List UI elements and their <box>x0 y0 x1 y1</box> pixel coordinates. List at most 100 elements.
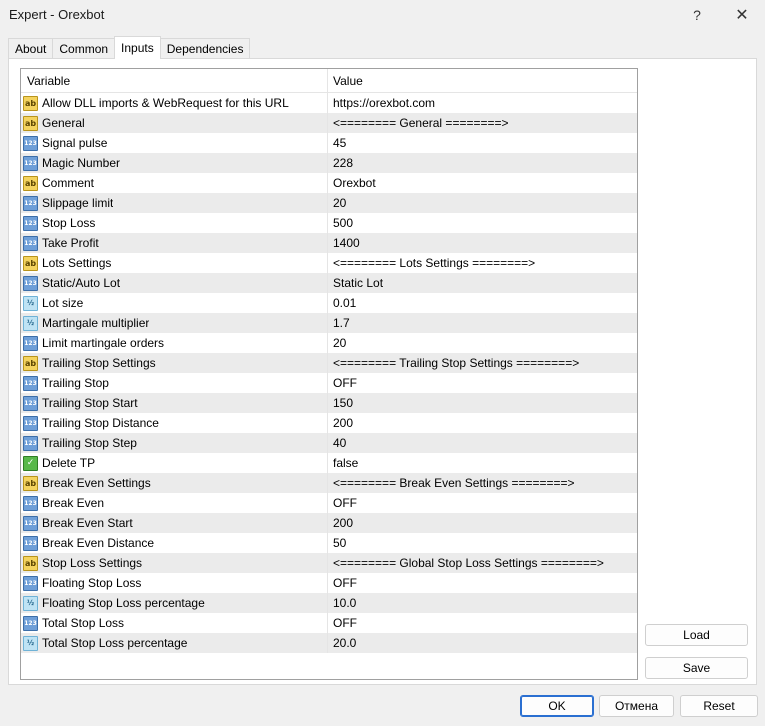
table-row[interactable]: 123 Break Even Distance 50 <box>21 533 637 553</box>
save-button[interactable]: Save <box>645 657 748 679</box>
value-cell[interactable]: 50 <box>328 533 637 553</box>
table-row[interactable]: ab Stop Loss Settings <======== Global Sto… <box>21 553 637 573</box>
variable-cell[interactable]: 123 Floating Stop Loss <box>21 573 328 593</box>
help-button[interactable]: ? <box>677 0 717 30</box>
tab-about[interactable]: About <box>8 38 54 59</box>
variable-cell[interactable]: 123 Limit martingale orders <box>21 333 328 353</box>
variable-cell[interactable]: ½ Floating Stop Loss percentage <box>21 593 328 613</box>
table-row[interactable]: 123 Trailing Stop Step 40 <box>21 433 637 453</box>
value-cell[interactable]: 228 <box>328 153 637 173</box>
variable-cell[interactable]: 123 Trailing Stop <box>21 373 328 393</box>
variable-cell[interactable]: ab Allow DLL imports & WebRequest for thi… <box>21 93 328 113</box>
value-cell[interactable]: OFF <box>328 493 637 513</box>
variable-cell[interactable]: ✓ Delete TP <box>21 453 328 473</box>
value-cell[interactable]: <======== General ========> <box>328 113 637 133</box>
value-cell[interactable]: <======== Lots Settings ========> <box>328 253 637 273</box>
tab-dependencies[interactable]: Dependencies <box>159 38 251 59</box>
cancel-button[interactable]: Отмена <box>599 695 674 717</box>
variable-cell[interactable]: ½ Martingale multiplier <box>21 313 328 333</box>
value-cell[interactable]: OFF <box>328 373 637 393</box>
variable-cell[interactable]: ab Break Even Settings <box>21 473 328 493</box>
variable-cell[interactable]: 123 Total Stop Loss <box>21 613 328 633</box>
variable-cell[interactable]: 123 Trailing Stop Distance <box>21 413 328 433</box>
variable-cell[interactable]: ½ Total Stop Loss percentage <box>21 633 328 653</box>
table-row[interactable]: ab Lots Settings <======== Lots Settings =… <box>21 253 637 273</box>
table-row[interactable]: 123 Stop Loss 500 <box>21 213 637 233</box>
table-row[interactable]: 123 Trailing Stop Distance 200 <box>21 413 637 433</box>
table-row[interactable]: 123 Static/Auto Lot Static Lot <box>21 273 637 293</box>
table-row[interactable]: ab Comment Orexbot <box>21 173 637 193</box>
variable-cell[interactable]: 123 Static/Auto Lot <box>21 273 328 293</box>
tab-inputs[interactable]: Inputs <box>114 36 161 59</box>
table-row[interactable]: 123 Floating Stop Loss OFF <box>21 573 637 593</box>
table-row[interactable]: 123 Slippage limit 20 <box>21 193 637 213</box>
value-cell[interactable]: OFF <box>328 613 637 633</box>
table-row[interactable]: 123 Total Stop Loss OFF <box>21 613 637 633</box>
value-cell[interactable]: OFF <box>328 573 637 593</box>
variable-cell[interactable]: 123 Break Even Start <box>21 513 328 533</box>
value-cell[interactable]: 20.0 <box>328 633 637 653</box>
table-row[interactable]: 123 Take Profit 1400 <box>21 233 637 253</box>
column-header-value[interactable]: Value <box>328 69 637 93</box>
value-cell[interactable]: 0.01 <box>328 293 637 313</box>
value-cell[interactable]: 200 <box>328 413 637 433</box>
value-cell[interactable]: 500 <box>328 213 637 233</box>
close-button[interactable]: ✕ <box>722 0 762 30</box>
value-cell[interactable]: 200 <box>328 513 637 533</box>
inputs-grid[interactable]: Variable Value ab Allow DLL imports & Web… <box>20 68 638 680</box>
variable-cell[interactable]: ab General <box>21 113 328 133</box>
value-cell[interactable]: false <box>328 453 637 473</box>
variable-cell[interactable]: 123 Take Profit <box>21 233 328 253</box>
variable-cell[interactable]: 123 Signal pulse <box>21 133 328 153</box>
variable-name: General <box>42 116 85 130</box>
variable-cell[interactable]: ½ Lot size <box>21 293 328 313</box>
table-row[interactable]: 123 Limit martingale orders 20 <box>21 333 637 353</box>
variable-name: Trailing Stop Distance <box>42 416 159 430</box>
load-button[interactable]: Load <box>645 624 748 646</box>
variable-cell[interactable]: 123 Break Even Distance <box>21 533 328 553</box>
value-cell[interactable]: 1.7 <box>328 313 637 333</box>
variable-cell[interactable]: 123 Trailing Stop Start <box>21 393 328 413</box>
variable-cell[interactable]: ab Stop Loss Settings <box>21 553 328 573</box>
value-cell[interactable]: 40 <box>328 433 637 453</box>
table-row[interactable]: ab Trailing Stop Settings <======== Traili… <box>21 353 637 373</box>
table-row[interactable]: ✓ Delete TP false <box>21 453 637 473</box>
table-row[interactable]: 123 Break Even OFF <box>21 493 637 513</box>
column-header-variable[interactable]: Variable <box>21 69 328 93</box>
variable-cell[interactable]: 123 Trailing Stop Step <box>21 433 328 453</box>
variable-cell[interactable]: 123 Break Even <box>21 493 328 513</box>
variable-cell[interactable]: ab Trailing Stop Settings <box>21 353 328 373</box>
table-row[interactable]: 123 Trailing Stop Start 150 <box>21 393 637 413</box>
value-cell[interactable]: <======== Trailing Stop Settings =======… <box>328 353 637 373</box>
value-cell[interactable]: 150 <box>328 393 637 413</box>
table-row[interactable]: ab Break Even Settings <======== Break Eve… <box>21 473 637 493</box>
reset-button[interactable]: Reset <box>680 695 758 717</box>
tab-common[interactable]: Common <box>52 38 116 59</box>
value-cell[interactable]: 1400 <box>328 233 637 253</box>
value-cell[interactable]: <======== Break Even Settings ========> <box>328 473 637 493</box>
value-cell[interactable]: 45 <box>328 133 637 153</box>
variable-cell[interactable]: 123 Magic Number <box>21 153 328 173</box>
table-row[interactable]: 123 Magic Number 228 <box>21 153 637 173</box>
value-cell[interactable]: 20 <box>328 193 637 213</box>
table-row[interactable]: 123 Break Even Start 200 <box>21 513 637 533</box>
ok-button[interactable]: OK <box>520 695 594 717</box>
table-row[interactable]: ab Allow DLL imports & WebRequest for thi… <box>21 93 637 113</box>
variable-cell[interactable]: ab Comment <box>21 173 328 193</box>
value-cell[interactable]: <======== Global Stop Loss Settings ====… <box>328 553 637 573</box>
table-row[interactable]: ½ Total Stop Loss percentage 20.0 <box>21 633 637 653</box>
variable-cell[interactable]: 123 Stop Loss <box>21 213 328 233</box>
table-row[interactable]: ½ Floating Stop Loss percentage 10.0 <box>21 593 637 613</box>
value-cell[interactable]: 20 <box>328 333 637 353</box>
variable-cell[interactable]: ab Lots Settings <box>21 253 328 273</box>
table-row[interactable]: 123 Trailing Stop OFF <box>21 373 637 393</box>
variable-cell[interactable]: 123 Slippage limit <box>21 193 328 213</box>
value-cell[interactable]: https://orexbot.com <box>328 93 637 113</box>
table-row[interactable]: ½ Lot size 0.01 <box>21 293 637 313</box>
value-cell[interactable]: Static Lot <box>328 273 637 293</box>
table-row[interactable]: 123 Signal pulse 45 <box>21 133 637 153</box>
table-row[interactable]: ab General <======== General ========> <box>21 113 637 133</box>
value-cell[interactable]: Orexbot <box>328 173 637 193</box>
value-cell[interactable]: 10.0 <box>328 593 637 613</box>
table-row[interactable]: ½ Martingale multiplier 1.7 <box>21 313 637 333</box>
